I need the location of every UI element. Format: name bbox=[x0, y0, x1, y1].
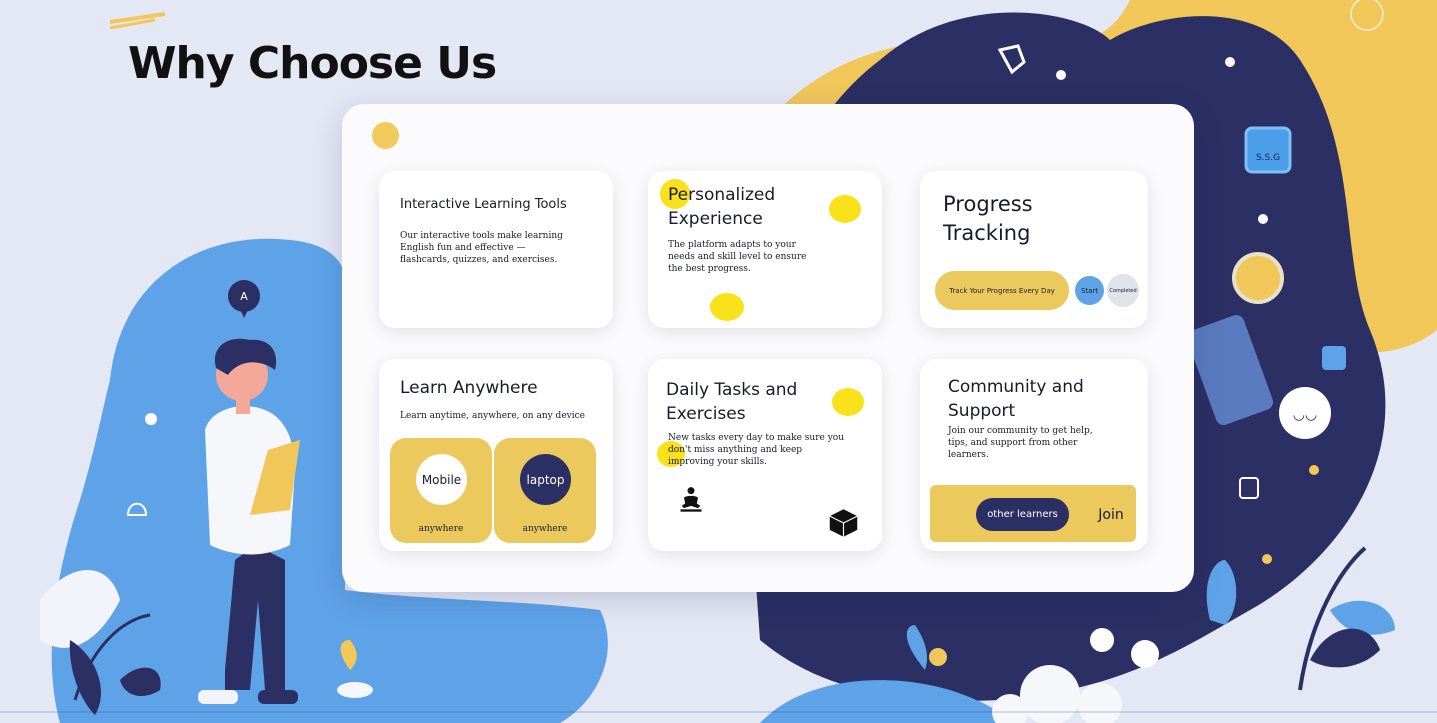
laptop-tile[interactable]: laptop anywhere bbox=[494, 438, 596, 543]
track-progress-button[interactable]: Track Your Progress Every Day bbox=[935, 271, 1069, 310]
phone-badge-text: S.S.G bbox=[1256, 153, 1280, 163]
card-title: Interactive Learning Tools bbox=[400, 197, 567, 212]
card-title: Personalized Experience bbox=[668, 185, 776, 229]
features-panel: Interactive Learning Tools Our interacti… bbox=[342, 104, 1194, 592]
card-title: Community and Support bbox=[948, 377, 1084, 421]
yellow-dot bbox=[832, 388, 864, 416]
laptop-circle: laptop bbox=[520, 454, 571, 505]
tile-caption: anywhere bbox=[418, 524, 464, 534]
join-button[interactable]: Join bbox=[1090, 501, 1132, 529]
card-daily-tasks[interactable]: Daily Tasks and Exercises New tasks ever… bbox=[648, 359, 882, 551]
card-body: The platform adapts to your needs and sk… bbox=[668, 240, 807, 274]
card-subtitle: Learn anytime, anywhere, on any device bbox=[400, 411, 585, 421]
cube-icon bbox=[829, 509, 858, 537]
mobile-circle: Mobile bbox=[416, 454, 467, 505]
start-button[interactable]: Start bbox=[1075, 276, 1104, 305]
yellow-dot bbox=[829, 195, 861, 223]
svg-text:A: A bbox=[240, 290, 248, 303]
card-interactive-learning[interactable]: Interactive Learning Tools Our interacti… bbox=[379, 171, 613, 328]
card-title: Progress Tracking bbox=[943, 192, 1033, 245]
other-learners-button[interactable]: other learners bbox=[976, 498, 1069, 531]
yellow-dot bbox=[710, 293, 744, 321]
card-body: Join our community to get help, tips, an… bbox=[948, 426, 1093, 460]
card-learn-anywhere[interactable]: Learn Anywhere Learn anytime, anywhere, … bbox=[379, 359, 613, 551]
card-title: Learn Anywhere bbox=[400, 378, 538, 398]
mobile-tile[interactable]: Mobile anywhere bbox=[390, 438, 492, 543]
badge-icon bbox=[372, 122, 399, 149]
tile-caption: anywhere bbox=[522, 524, 568, 534]
card-body: New tasks every day to make sure you don… bbox=[668, 433, 844, 467]
card-personalized-experience[interactable]: Personalized Experience The platform ada… bbox=[648, 171, 882, 328]
mask-icon: ◡◡ bbox=[1293, 407, 1317, 423]
card-progress-tracking[interactable]: Progress Tracking Track Your Progress Ev… bbox=[920, 171, 1148, 328]
page-title: Why Choose Us bbox=[128, 38, 497, 89]
card-title: Daily Tasks and Exercises bbox=[666, 380, 798, 424]
card-community-support[interactable]: Community and Support Join our community… bbox=[920, 359, 1148, 551]
meditation-icon bbox=[680, 487, 702, 512]
card-body: Our interactive tools make learning Engl… bbox=[400, 231, 563, 265]
completed-badge: Completed bbox=[1107, 274, 1139, 307]
